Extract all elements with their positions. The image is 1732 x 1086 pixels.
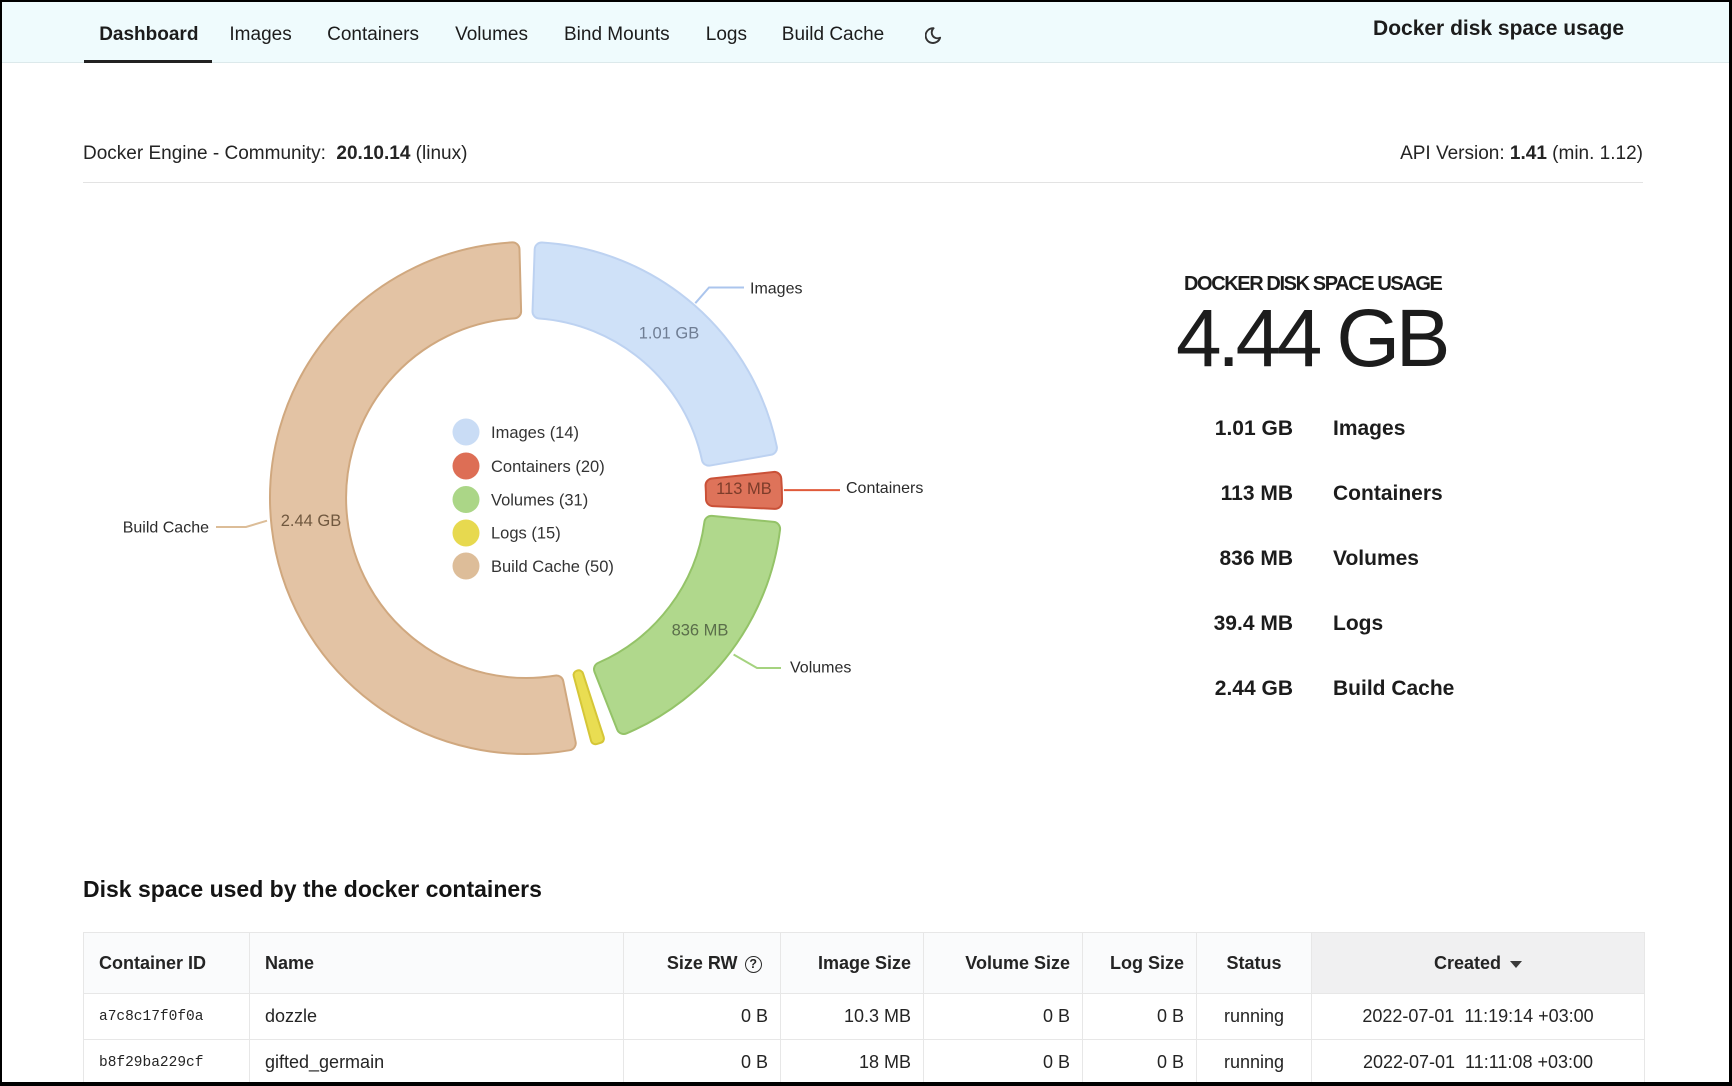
svg-text:Containers: Containers bbox=[846, 480, 923, 497]
svg-text:Volumes: Volumes bbox=[790, 660, 851, 677]
svg-text:2.44 GB: 2.44 GB bbox=[281, 512, 342, 530]
svg-text:Build Cache: Build Cache bbox=[123, 520, 209, 537]
svg-text:1.01 GB: 1.01 GB bbox=[639, 325, 700, 343]
svg-text:Images (14): Images (14) bbox=[491, 424, 579, 442]
svg-text:Images: Images bbox=[750, 281, 802, 298]
svg-text:Build Cache (50): Build Cache (50) bbox=[491, 558, 614, 576]
svg-text:Volumes (31): Volumes (31) bbox=[491, 492, 588, 510]
svg-text:Containers (20): Containers (20) bbox=[491, 458, 605, 476]
svg-text:113 MB: 113 MB bbox=[716, 480, 772, 498]
svg-text:836 MB: 836 MB bbox=[672, 622, 729, 640]
svg-text:Logs (15): Logs (15) bbox=[491, 525, 561, 543]
